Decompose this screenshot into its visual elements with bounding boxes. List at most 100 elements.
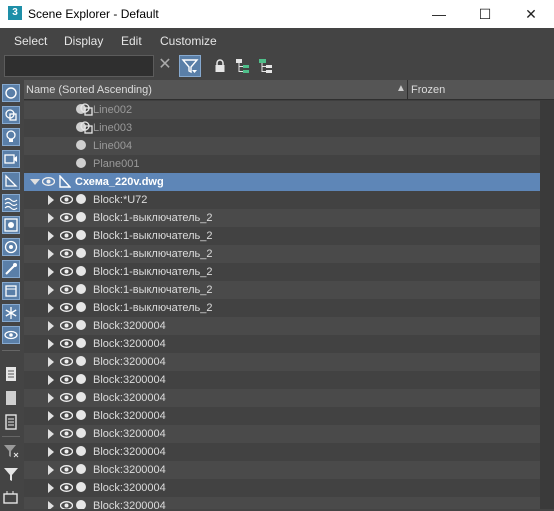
visibility-eye-icon[interactable] xyxy=(59,447,74,456)
visibility-eye-icon[interactable] xyxy=(60,159,73,168)
table-row[interactable]: Block:3200004 ❄ xyxy=(24,443,540,461)
invert-display-icon[interactable] xyxy=(2,413,20,431)
frozen-column-header[interactable]: Frozen xyxy=(411,84,445,96)
visibility-eye-icon[interactable] xyxy=(59,321,74,330)
object-dot-icon[interactable] xyxy=(76,302,86,312)
expand-arrow-icon[interactable] xyxy=(48,501,54,509)
table-row[interactable]: Block:3200004 ❄ xyxy=(24,497,540,509)
shape-icon[interactable] xyxy=(2,106,20,124)
menu-select[interactable]: Select xyxy=(14,34,47,48)
filter-icon[interactable] xyxy=(179,55,201,77)
table-row[interactable]: Plane001 ❄ xyxy=(24,155,540,173)
spacewarp-icon[interactable] xyxy=(2,194,20,212)
lock-icon[interactable] xyxy=(211,57,229,75)
minimize-button[interactable]: — xyxy=(416,0,462,28)
expand-arrow-icon[interactable] xyxy=(48,231,54,241)
frozen-cell[interactable]: ❄ xyxy=(408,479,540,497)
table-row[interactable]: Block:3200004 ❄ xyxy=(24,461,540,479)
object-dot-icon[interactable] xyxy=(76,248,86,258)
menu-edit[interactable]: Edit xyxy=(121,34,142,48)
menu-display[interactable]: Display xyxy=(64,34,103,48)
name-column-header[interactable]: Name (Sorted Ascending) xyxy=(26,84,152,96)
expand-arrow-icon[interactable] xyxy=(48,375,54,385)
table-row[interactable]: Block:1-выключатель_2 ❄ xyxy=(24,281,540,299)
hierarchy-icon[interactable] xyxy=(234,57,252,75)
frozen-cell[interactable]: ❄ xyxy=(408,101,540,119)
search-input[interactable] xyxy=(4,55,154,77)
visibility-eye-icon[interactable] xyxy=(59,375,74,384)
table-row[interactable]: Block:1-выключатель_2 ❄ xyxy=(24,245,540,263)
visibility-eye-icon[interactable] xyxy=(59,231,74,240)
visibility-eye-icon[interactable] xyxy=(59,465,74,474)
object-dot-icon[interactable] xyxy=(76,338,86,348)
table-row[interactable]: Block:3200004 ❄ xyxy=(24,371,540,389)
display-none-icon[interactable] xyxy=(2,389,20,407)
frozen-cell[interactable]: ❄ xyxy=(408,137,540,155)
frozen-cell[interactable]: ❄ xyxy=(408,461,540,479)
expand-arrow-icon[interactable] xyxy=(48,303,54,313)
object-dot-icon[interactable] xyxy=(76,482,86,492)
frozen-cell[interactable]: ❄ xyxy=(408,191,540,209)
collapse-arrow-icon[interactable] xyxy=(30,179,40,185)
object-dot-icon[interactable] xyxy=(76,428,86,438)
table-row[interactable]: Block:1-выключатель_2 ❄ xyxy=(24,227,540,245)
frozen-cell[interactable]: ❄ xyxy=(408,353,540,371)
visibility-eye-icon[interactable] xyxy=(59,267,74,276)
frozen-cell[interactable]: ❄ xyxy=(408,371,540,389)
frozen-cell[interactable]: ❄ xyxy=(408,335,540,353)
table-row[interactable]: Line002 ❄ xyxy=(24,101,540,119)
column-divider[interactable] xyxy=(407,80,408,100)
frozen-cell[interactable]: ❄ xyxy=(408,299,540,317)
expand-arrow-icon[interactable] xyxy=(48,339,54,349)
table-row[interactable]: Block:3200004 ❄ xyxy=(24,479,540,497)
expand-arrow-icon[interactable] xyxy=(48,249,54,259)
frozen-icon[interactable] xyxy=(2,304,20,322)
maximize-button[interactable]: ☐ xyxy=(462,0,508,28)
clear-search-button[interactable]: ✕ xyxy=(157,56,173,74)
expand-arrow-icon[interactable] xyxy=(48,483,54,493)
object-dot-icon[interactable] xyxy=(76,212,86,222)
table-row[interactable]: Block:3200004 ❄ xyxy=(24,335,540,353)
visibility-eye-icon[interactable] xyxy=(59,501,74,509)
sort-ascending-icon[interactable]: ▲ xyxy=(396,83,406,94)
frozen-cell[interactable]: ❄ xyxy=(408,389,540,407)
visibility-eye-icon[interactable] xyxy=(59,357,74,366)
geometry-icon[interactable] xyxy=(2,84,20,102)
object-dot-icon[interactable] xyxy=(76,158,86,168)
helper-icon[interactable] xyxy=(2,172,20,190)
table-row[interactable]: Block:1-выключатель_2 ❄ xyxy=(24,263,540,281)
frozen-cell[interactable]: ❄ xyxy=(408,281,540,299)
visibility-eye-icon[interactable] xyxy=(60,105,73,114)
frozen-cell[interactable]: ❄ xyxy=(408,119,540,137)
object-dot-icon[interactable] xyxy=(76,356,86,366)
expand-arrow-icon[interactable] xyxy=(48,393,54,403)
container-icon[interactable] xyxy=(2,282,20,300)
object-dot-icon[interactable] xyxy=(76,284,86,294)
frozen-cell[interactable]: ❄ xyxy=(408,173,540,191)
table-row[interactable]: Block:3200004 ❄ xyxy=(24,353,540,371)
visibility-eye-icon[interactable] xyxy=(59,303,74,312)
visibility-eye-icon[interactable] xyxy=(59,213,74,222)
table-row[interactable]: Block:*U72 ❄ xyxy=(24,191,540,209)
light-icon[interactable] xyxy=(2,128,20,146)
hidden-icon[interactable] xyxy=(2,326,20,344)
layer-icon[interactable] xyxy=(2,488,20,506)
table-row[interactable]: Block:3200004 ❄ xyxy=(24,425,540,443)
frozen-cell[interactable]: ❄ xyxy=(408,155,540,173)
display-all-icon[interactable] xyxy=(2,365,20,383)
table-row[interactable]: Line004 ❄ xyxy=(24,137,540,155)
visibility-eye-icon[interactable] xyxy=(59,285,74,294)
object-dot-icon[interactable] xyxy=(76,464,86,474)
object-dot-icon[interactable] xyxy=(76,410,86,420)
frozen-cell[interactable]: ❄ xyxy=(408,425,540,443)
visibility-eye-icon[interactable] xyxy=(59,249,74,258)
frozen-cell[interactable]: ❄ xyxy=(408,209,540,227)
expand-arrow-icon[interactable] xyxy=(48,447,54,457)
expand-arrow-icon[interactable] xyxy=(48,429,54,439)
frozen-cell[interactable]: ❄ xyxy=(408,497,540,509)
table-row[interactable]: Block:1-выключатель_2 ❄ xyxy=(24,209,540,227)
table-row[interactable]: Block:3200004 ❄ xyxy=(24,317,540,335)
object-dot-icon[interactable] xyxy=(76,392,86,402)
menu-customize[interactable]: Customize xyxy=(160,34,217,48)
frozen-cell[interactable]: ❄ xyxy=(408,263,540,281)
